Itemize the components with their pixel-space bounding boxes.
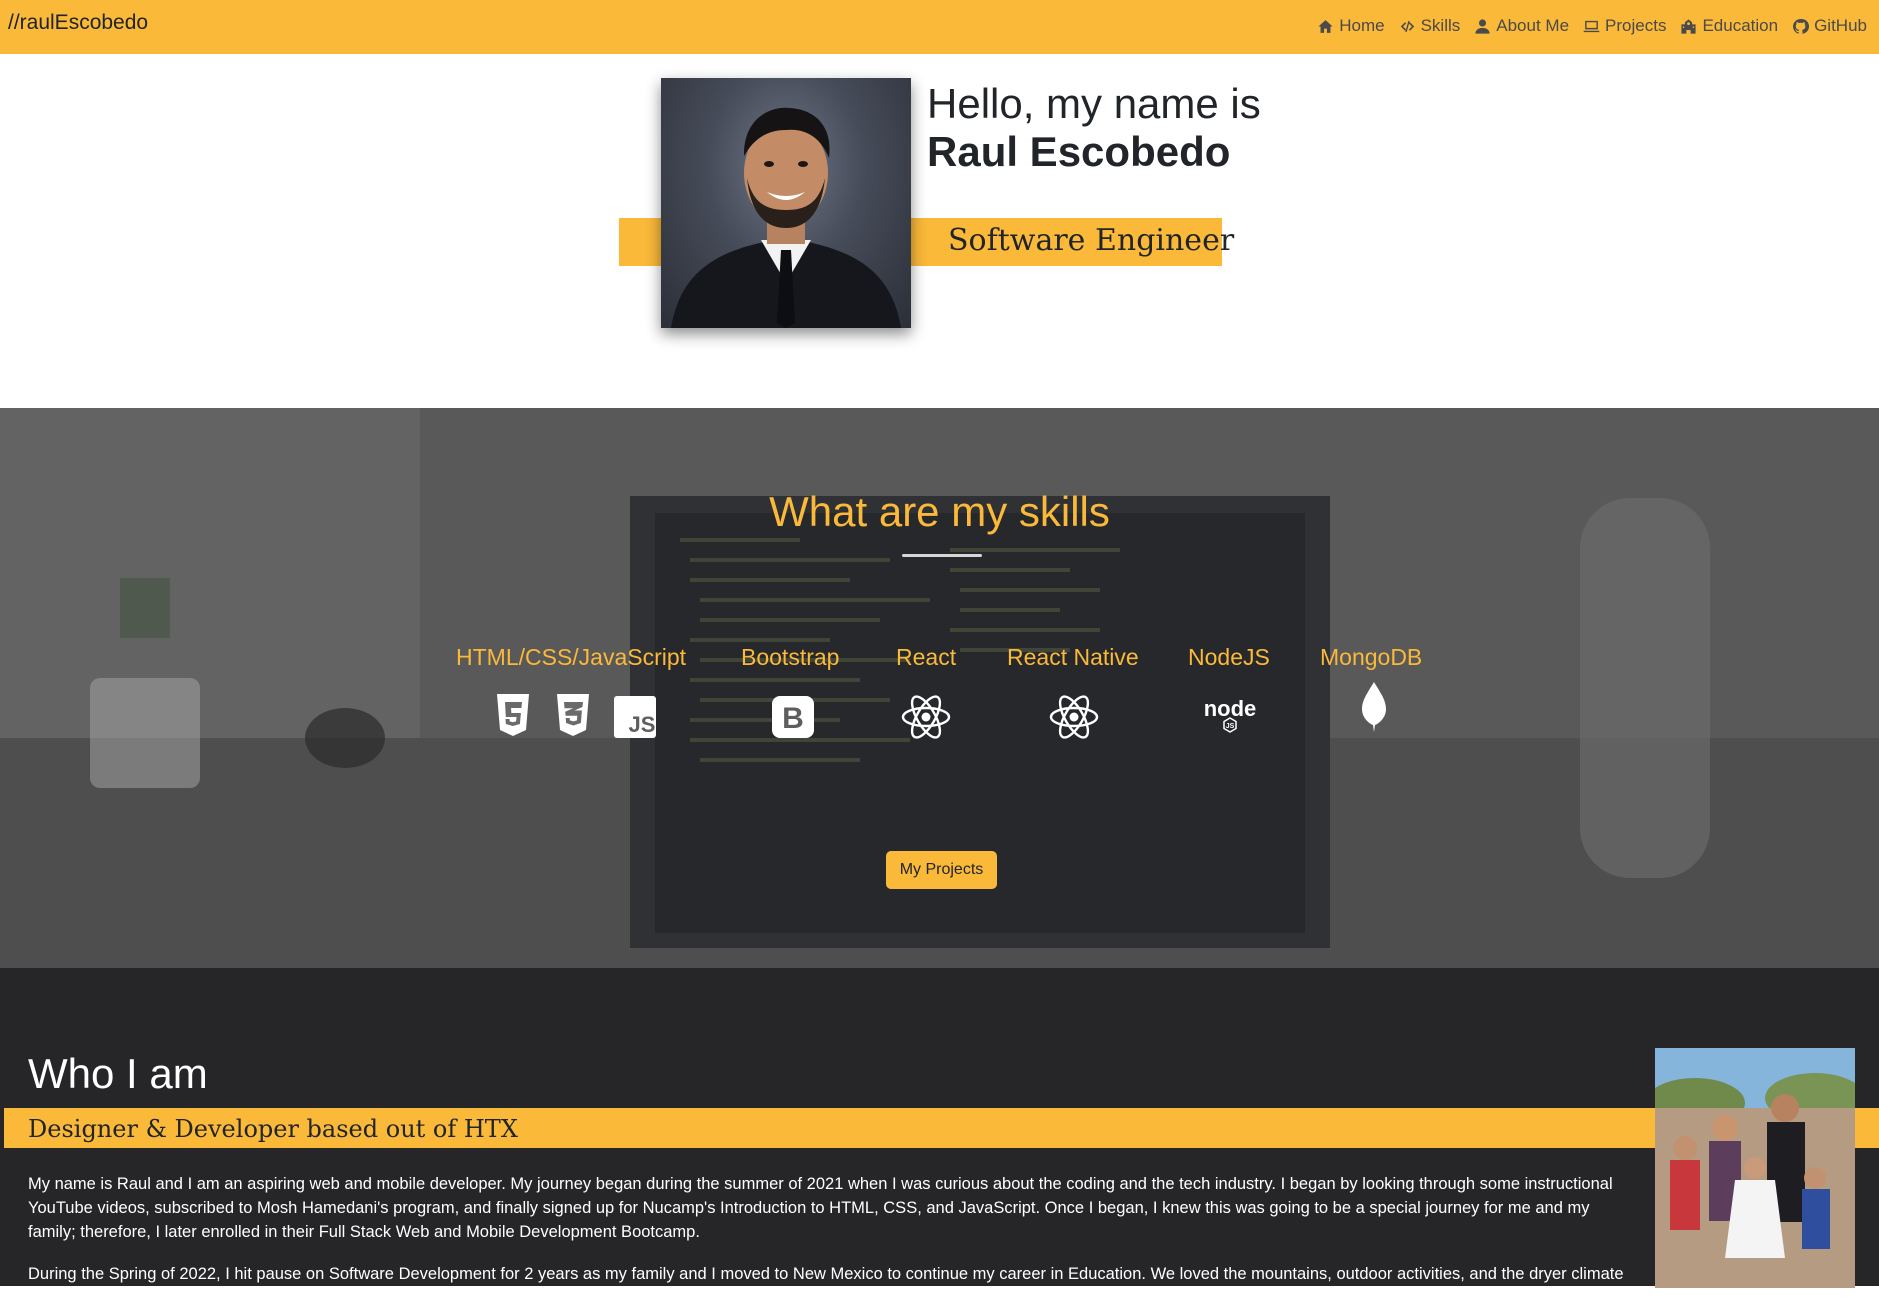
hero-role: Software Engineer [948, 223, 1235, 258]
html5-icon [497, 694, 529, 736]
skill-label-react-native: React Native [1007, 644, 1139, 670]
skills-section: What are my skills HTML/CSS/JavaScript B… [0, 408, 1879, 968]
mongodb-icon [1362, 682, 1386, 732]
skill-label-nodejs: NodeJS [1188, 644, 1270, 670]
nav-item-github[interactable]: GitHub [1792, 16, 1867, 36]
skill-label-react: React [896, 644, 957, 670]
nav-menu: Home Skills About Me Projects Education … [1317, 16, 1867, 36]
skill-label-mongodb: MongoDB [1320, 644, 1423, 670]
about-section: Who I am Designer & Developer based out … [0, 968, 1879, 1307]
skill-label-bootstrap: Bootstrap [741, 644, 840, 670]
about-paragraph: My name is Raul and I am an aspiring web… [28, 1175, 1613, 1241]
react-native-icon [1049, 695, 1099, 739]
family-photo-illustration [1655, 1048, 1855, 1288]
school-icon [1681, 18, 1697, 34]
nav-item-label: Projects [1605, 16, 1667, 35]
skill-label-html-css-js: HTML/CSS/JavaScript [456, 644, 687, 670]
about-title: Who I am [28, 1050, 208, 1097]
code-icon [1400, 20, 1414, 32]
navbar: //raulEscobedo Home Skills About Me Proj… [0, 0, 1879, 54]
css3-icon [557, 694, 589, 736]
nodejs-icon: node JS [1204, 696, 1256, 733]
profile-photo [661, 78, 911, 328]
portrait-illustration [671, 107, 901, 328]
nav-item-about-me[interactable]: About Me [1474, 16, 1569, 36]
svg-text:JS: JS [1226, 723, 1235, 730]
react-icon [901, 695, 951, 739]
nav-item-education[interactable]: Education [1680, 16, 1778, 36]
my-projects-button[interactable]: My Projects [886, 851, 997, 889]
user-icon [1475, 18, 1490, 34]
skills-title: What are my skills [769, 488, 1110, 535]
svg-text:B: B [782, 702, 804, 735]
nav-item-skills[interactable]: Skills [1399, 16, 1461, 36]
nav-item-projects[interactable]: Projects [1583, 16, 1666, 36]
skills-divider [902, 554, 982, 557]
nav-item-label: Skills [1420, 16, 1461, 35]
hero-section: Hello, my name is Raul Escobedo Software… [0, 54, 1879, 408]
github-icon [1793, 18, 1810, 34]
hero-greeting: Hello, my name is [927, 80, 1261, 127]
bootstrap-icon: B [772, 696, 814, 738]
family-photo [1655, 1048, 1855, 1288]
nav-item-label: Education [1702, 16, 1779, 35]
home-icon [1318, 19, 1333, 33]
nav-item-home[interactable]: Home [1317, 16, 1385, 36]
nav-item-label: About Me [1496, 16, 1570, 35]
about-paragraph: During the Spring of 2022, I hit pause o… [28, 1265, 1624, 1307]
about-subtitle: Designer & Developer based out of HTX [28, 1115, 518, 1143]
hero-name: Raul Escobedo [927, 128, 1231, 175]
brand-logo[interactable]: //raulEscobedo [8, 11, 148, 35]
laptop-icon [1583, 20, 1600, 32]
nav-item-label: GitHub [1814, 16, 1867, 35]
javascript-icon: JS [614, 696, 656, 738]
svg-text:JS: JS [629, 712, 656, 737]
nav-item-label: Home [1339, 16, 1385, 35]
